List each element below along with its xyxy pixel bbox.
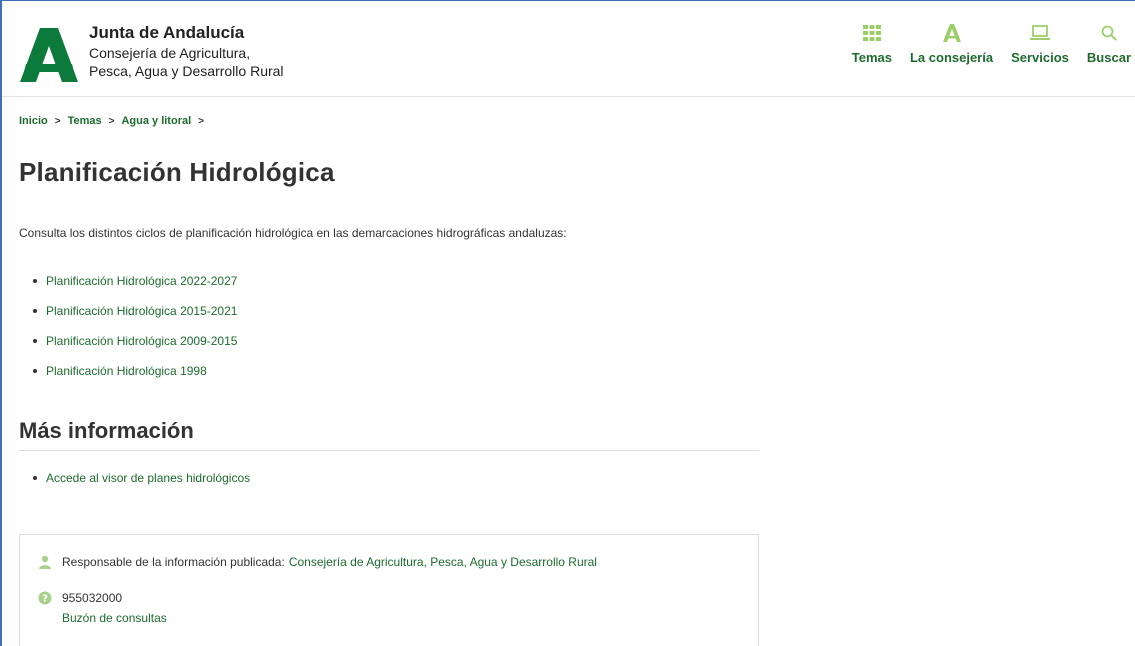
list-item: Planificación Hidrológica 2009-2015 bbox=[33, 326, 237, 356]
link-planificacion-2022-2027[interactable]: Planificación Hidrológica 2022-2027 bbox=[46, 274, 237, 288]
more-info-heading: Más información bbox=[19, 418, 194, 443]
nav-label-buscar: Buscar bbox=[1086, 50, 1131, 65]
nav-label-servicios: Servicios bbox=[1011, 50, 1069, 65]
nav-label-la-consejeria: La consejería bbox=[909, 50, 994, 65]
top-navigation: Temas La consejería Servicios Buscar bbox=[852, 23, 1131, 65]
phone-number: 955032000 bbox=[62, 591, 123, 605]
site-header: Junta de Andalucía Consejería de Agricul… bbox=[2, 1, 1135, 97]
intro-text: Consulta los distintos ciclos de planifi… bbox=[19, 226, 567, 240]
more-info-list: Accede al visor de planes hidrológicos bbox=[33, 466, 250, 490]
brand-block[interactable]: Junta de Andalucía Consejería de Agricul… bbox=[89, 23, 284, 79]
nav-servicios[interactable]: Servicios bbox=[1011, 23, 1069, 65]
breadcrumb-separator: > bbox=[54, 115, 61, 127]
brand-subtitle-line-1: Consejería de Agricultura, bbox=[89, 45, 251, 61]
junta-logo[interactable] bbox=[20, 28, 78, 82]
link-planificacion-2009-2015[interactable]: Planificación Hidrológica 2009-2015 bbox=[46, 334, 237, 348]
user-icon bbox=[39, 555, 51, 569]
list-item: Planificación Hidrológica 2015-2021 bbox=[33, 296, 237, 326]
responsible-row: Responsable de la información publicada:… bbox=[38, 555, 597, 569]
breadcrumb-separator: > bbox=[108, 115, 115, 127]
page-title: Planificación Hidrológica bbox=[19, 157, 335, 187]
list-item: Accede al visor de planes hidrológicos bbox=[33, 466, 250, 490]
link-planificacion-2015-2021[interactable]: Planificación Hidrológica 2015-2021 bbox=[46, 304, 237, 318]
list-item: Planificación Hidrológica 1998 bbox=[33, 356, 237, 386]
search-icon bbox=[1098, 23, 1120, 43]
breadcrumb: Inicio > Temas > Agua y litoral > bbox=[19, 115, 211, 127]
contact-row: ? 955032000 Buzón de consultas bbox=[38, 591, 167, 625]
brand-subtitle-line-2: Pesca, Agua y Desarrollo Rural bbox=[89, 63, 284, 79]
brand-title: Junta de Andalucía bbox=[89, 23, 245, 42]
nav-buscar[interactable]: Buscar bbox=[1087, 23, 1131, 65]
divider bbox=[19, 450, 759, 451]
breadcrumb-temas[interactable]: Temas bbox=[68, 115, 102, 127]
help-icon: ? bbox=[38, 591, 52, 605]
svg-text:?: ? bbox=[42, 594, 48, 605]
nav-temas[interactable]: Temas bbox=[852, 23, 892, 65]
grid-icon bbox=[861, 23, 883, 43]
responsible-label: Responsable de la información publicada: bbox=[62, 555, 285, 569]
breadcrumb-inicio[interactable]: Inicio bbox=[19, 115, 48, 127]
breadcrumb-separator: > bbox=[198, 115, 204, 127]
responsible-link[interactable]: Consejería de Agricultura, Pesca, Agua y… bbox=[289, 555, 597, 569]
planning-links-list: Planificación Hidrológica 2022-2027 Plan… bbox=[33, 266, 237, 386]
breadcrumb-agua-y-litoral[interactable]: Agua y litoral bbox=[121, 115, 191, 127]
link-planificacion-1998[interactable]: Planificación Hidrológica 1998 bbox=[46, 364, 207, 378]
nav-label-temas: Temas bbox=[851, 50, 892, 65]
nav-la-consejeria[interactable]: La consejería bbox=[910, 23, 993, 65]
junta-a-icon bbox=[941, 23, 963, 43]
laptop-icon bbox=[1029, 23, 1051, 43]
list-item: Planificación Hidrológica 2022-2027 bbox=[33, 266, 237, 296]
link-visor-planes[interactable]: Accede al visor de planes hidrológicos bbox=[46, 471, 250, 485]
contact-link[interactable]: Buzón de consultas bbox=[62, 611, 167, 625]
info-box: Responsable de la información publicada:… bbox=[19, 534, 759, 646]
